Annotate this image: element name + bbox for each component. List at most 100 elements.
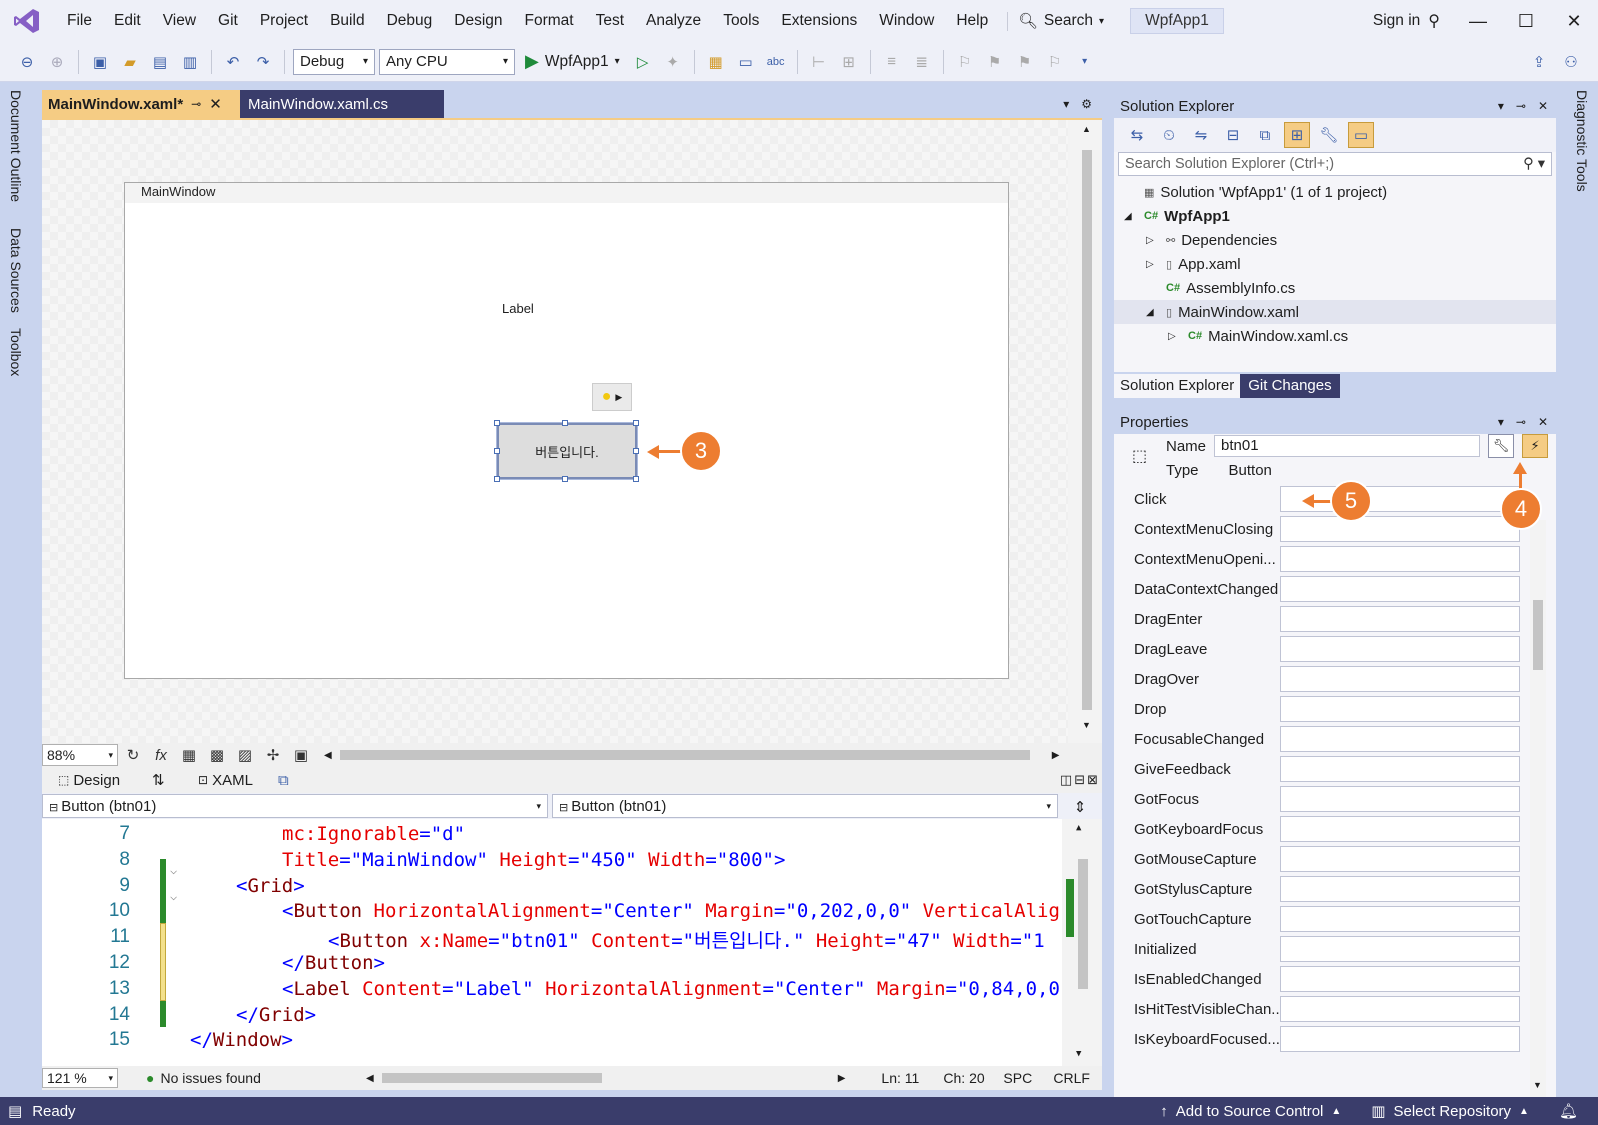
menu-debug[interactable]: Debug	[376, 0, 444, 42]
menu-analyze[interactable]: Analyze	[635, 0, 712, 42]
code-line[interactable]: <Grid>	[236, 875, 305, 897]
add-to-source-control-button[interactable]: ↑ Add to Source Control ▲	[1160, 1103, 1341, 1120]
zoom-dropdown[interactable]: 88% ▾	[42, 744, 118, 766]
properties-scrollbar[interactable]: ▼	[1530, 520, 1546, 1097]
tree-item[interactable]: ▦ Solution 'WpfApp1' (1 of 1 project)	[1114, 180, 1556, 204]
output-icon[interactable]: ▤	[8, 1102, 22, 1120]
tree-item[interactable]: ▷ C# MainWindow.xaml.cs	[1114, 324, 1556, 348]
code-line[interactable]: <Button HorizontalAlignment="Center" Mar…	[282, 900, 1060, 922]
menu-test[interactable]: Test	[585, 0, 635, 42]
menu-project[interactable]: Project	[249, 0, 319, 42]
tree-item[interactable]: C# AssemblyInfo.cs	[1114, 276, 1556, 300]
split-icon[interactable]: ⇕	[1062, 794, 1098, 819]
menu-build[interactable]: Build	[319, 0, 375, 42]
menu-help[interactable]: Help	[945, 0, 999, 42]
line-ending-indicator[interactable]: CRLF	[1053, 1070, 1090, 1086]
sign-in-link[interactable]: Sign in	[1373, 12, 1420, 30]
menu-extensions[interactable]: Extensions	[770, 0, 868, 42]
snap-grid-icon[interactable]: ▩	[204, 742, 230, 768]
designer-label[interactable]: Label	[502, 301, 534, 316]
scroll-left-icon[interactable]: ◀	[324, 750, 332, 761]
grid-icon[interactable]: ▦	[176, 742, 202, 768]
event-handler-field[interactable]	[1280, 936, 1520, 962]
select-repository-button[interactable]: ▥ Select Repository ▲	[1371, 1102, 1529, 1121]
diagnostic-tools-tab[interactable]: Diagnostic Tools	[1574, 90, 1590, 192]
tree-expander-icon[interactable]: ▷	[1146, 235, 1160, 246]
settings-gear-icon[interactable]: ⚙	[1081, 97, 1092, 111]
back-icon[interactable]: ⊖	[14, 49, 40, 75]
tree-expander-icon[interactable]: ▷	[1168, 331, 1182, 342]
forward-icon[interactable]: ⊕	[44, 49, 70, 75]
align-icon[interactable]: ⊢	[806, 49, 832, 75]
pin-icon[interactable]: ⊸	[1516, 415, 1526, 429]
document-outline-tab[interactable]: Document Outline	[8, 90, 24, 202]
event-handler-field[interactable]	[1280, 996, 1520, 1022]
tab-mainwindow-xaml[interactable]: MainWindow.xaml* ⊸ ✕	[42, 90, 240, 118]
feedback-icon[interactable]: ⚇	[1558, 49, 1584, 75]
new-project-icon[interactable]: ▣	[87, 49, 113, 75]
hot-reload-icon[interactable]: ✦	[660, 49, 686, 75]
event-handler-field[interactable]	[1280, 696, 1520, 722]
designer-button-btn01[interactable]: 버튼입니다.	[496, 422, 638, 480]
quick-actions-lightbulb[interactable]: ● ▶	[592, 383, 632, 411]
window-position-icon[interactable]: ▾	[1498, 415, 1504, 429]
scroll-left-icon[interactable]: ◀	[366, 1073, 374, 1084]
event-handler-field[interactable]	[1280, 1026, 1520, 1052]
menu-view[interactable]: View	[152, 0, 207, 42]
line-indicator[interactable]: Ln: 11	[881, 1070, 943, 1086]
event-handler-field[interactable]	[1280, 906, 1520, 932]
event-handler-field[interactable]	[1280, 666, 1520, 692]
sync-icon[interactable]: ⇋	[1188, 122, 1214, 148]
tab-git-changes[interactable]: Git Changes	[1240, 374, 1340, 398]
undo-icon[interactable]: ↶	[220, 49, 246, 75]
editor-horizontal-scrollbar[interactable]	[381, 1073, 602, 1083]
bookmark-icon[interactable]: ⚐	[952, 49, 978, 75]
editor-zoom-dropdown[interactable]: 121 % ▾	[42, 1068, 118, 1088]
spell-check-icon[interactable]: abc	[763, 49, 789, 75]
code-vertical-scrollbar[interactable]: ▲ ▼	[1062, 819, 1102, 1066]
event-handler-field[interactable]	[1280, 726, 1520, 752]
close-tab-icon[interactable]: ✕	[209, 95, 222, 113]
pin-icon[interactable]: ⊸	[191, 97, 201, 111]
history-icon[interactable]: ⏲	[1156, 122, 1182, 148]
event-handler-field[interactable]	[1280, 816, 1520, 842]
fx-effects-icon[interactable]: fx	[148, 742, 174, 768]
menu-git[interactable]: Git	[207, 0, 249, 42]
event-handler-field[interactable]	[1280, 846, 1520, 872]
scroll-right-icon[interactable]: ▶	[838, 1073, 846, 1084]
code-line[interactable]: <Label Content="Label" HorizontalAlignme…	[282, 978, 1060, 1000]
tab-mainwindow-xaml-cs[interactable]: MainWindow.xaml.cs	[240, 90, 444, 118]
live-share-icon[interactable]: ⇪	[1526, 49, 1552, 75]
tree-expander-icon[interactable]: ◢	[1124, 211, 1138, 222]
device-icon[interactable]: ▣	[288, 742, 314, 768]
char-indicator[interactable]: Ch: 20	[943, 1070, 1003, 1086]
menu-format[interactable]: Format	[514, 0, 585, 42]
refresh-icon[interactable]: ↻	[120, 742, 146, 768]
collapse-icon[interactable]: ⌵	[170, 889, 177, 903]
event-handler-field[interactable]	[1280, 606, 1520, 632]
properties-wrench-button[interactable]: 🔧︎	[1488, 434, 1515, 458]
tree-item[interactable]: ◢ ▯ MainWindow.xaml	[1114, 300, 1556, 324]
tree-item[interactable]: ▷ ▯ App.xaml	[1114, 252, 1556, 276]
swap-panes-button[interactable]: ⇅	[152, 771, 198, 789]
menu-tools[interactable]: Tools	[712, 0, 770, 42]
prev-bookmark-icon[interactable]: ⚑	[982, 49, 1008, 75]
event-handler-field[interactable]	[1280, 486, 1520, 512]
platform-dropdown[interactable]: Any CPU ▾	[379, 48, 515, 75]
save-all-icon[interactable]: ▥	[177, 49, 203, 75]
xaml-code-editor[interactable]: 7 mc:Ignorable="d" 8 Title="MainWindow" Hei…	[42, 819, 1102, 1066]
toolbar-overflow-icon[interactable]: ▾	[1072, 49, 1098, 75]
tab-list-dropdown-icon[interactable]: ▾	[1063, 97, 1069, 111]
next-bookmark-icon[interactable]: ⚑	[1012, 49, 1038, 75]
open-folder-icon[interactable]: ▰	[117, 49, 143, 75]
preview-selected-icon[interactable]: ⊞	[1284, 122, 1310, 148]
redo-icon[interactable]: ↷	[250, 49, 276, 75]
properties-wrench-icon[interactable]: 🔧︎	[1316, 122, 1342, 148]
show-all-files-icon[interactable]: ⧉	[1252, 122, 1278, 148]
code-line[interactable]: </Window>	[190, 1029, 293, 1051]
uncomment-icon[interactable]: ≣	[909, 49, 935, 75]
code-line[interactable]: Title="MainWindow" Height="450" Width="8…	[282, 849, 785, 871]
tab-xaml[interactable]: ⊡ XAML	[198, 772, 278, 789]
designer-window[interactable]: MainWindow Label ● ▶ 버튼입니다. 3	[124, 182, 1009, 679]
close-panel-icon[interactable]: ✕	[1538, 415, 1548, 429]
